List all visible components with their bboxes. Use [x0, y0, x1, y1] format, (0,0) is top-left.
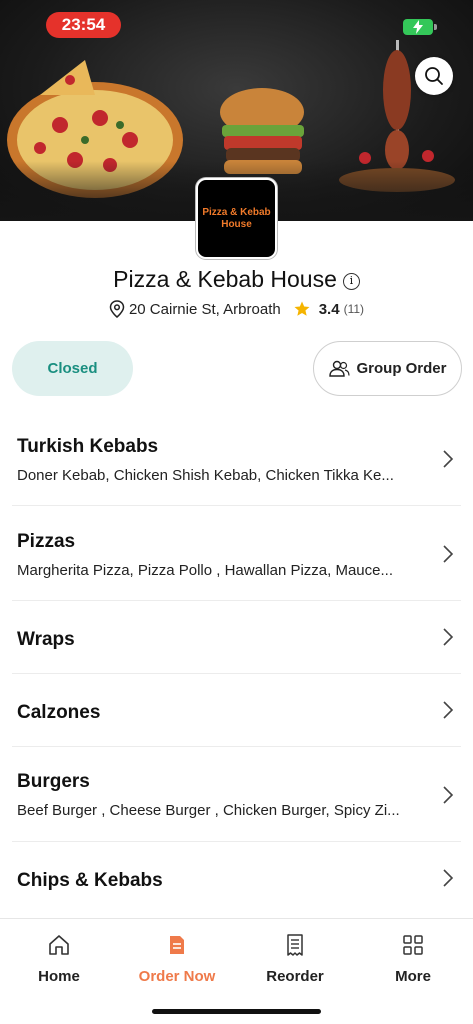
logo-text: Pizza & Kebab House: [202, 206, 271, 230]
order-icon: [170, 936, 184, 954]
restaurant-address: 20 Cairnie St, Arbroath: [128, 300, 281, 318]
category-items: Margherita Pizza, Pizza Pollo , Hawallan…: [17, 562, 393, 579]
home-indicator[interactable]: [152, 1009, 321, 1014]
location-pin-icon: [109, 300, 125, 318]
category-items: Doner Kebab, Chicken Shish Kebab, Chicke…: [17, 467, 394, 484]
category-turkish-kebabs[interactable]: Turkish Kebabs Doner Kebab, Chicken Shis…: [12, 412, 461, 506]
category-title: Turkish Kebabs: [17, 436, 159, 457]
restaurant-name: Pizza & Kebab House: [113, 266, 337, 292]
status-time: 23:54: [46, 12, 121, 38]
star-icon: [294, 301, 310, 316]
tab-label: Reorder: [266, 968, 324, 985]
tab-home[interactable]: Home: [0, 933, 118, 985]
info-icon[interactable]: i: [342, 273, 360, 290]
tab-label: Home: [38, 968, 80, 985]
search-icon: [425, 67, 443, 85]
category-wraps[interactable]: Wraps: [12, 601, 461, 674]
restaurant-logo: Pizza & Kebab House: [196, 178, 277, 259]
tab-reorder[interactable]: Reorder: [236, 933, 354, 985]
rating-count: (11): [343, 302, 365, 316]
rating-value: 3.4: [318, 300, 340, 318]
group-order-label: Group Order: [356, 360, 447, 377]
category-title: Chips & Kebabs: [17, 870, 163, 891]
category-chips-kebabs[interactable]: Chips & Kebabs: [12, 842, 461, 918]
chevron-right-icon: [443, 786, 454, 804]
chevron-right-icon: [443, 701, 454, 719]
category-title: Calzones: [17, 702, 101, 723]
group-order-button[interactable]: Group Order: [313, 341, 462, 396]
battery-icon: [403, 19, 437, 35]
tab-label: More: [395, 968, 431, 985]
tab-label: Order Now: [138, 968, 216, 985]
group-icon: [329, 360, 351, 377]
status-badge: Closed: [12, 341, 133, 396]
search-button[interactable]: [415, 57, 453, 95]
category-title: Burgers: [17, 771, 90, 792]
receipt-icon: [287, 934, 303, 956]
restaurant-title: Pizza & Kebab House i: [0, 266, 473, 293]
category-title: Pizzas: [17, 531, 76, 552]
chevron-right-icon: [443, 545, 454, 563]
tab-more[interactable]: More: [354, 933, 472, 985]
home-icon: [49, 935, 69, 955]
category-items: Beef Burger , Cheese Burger , Chicken Bu…: [17, 802, 400, 819]
restaurant-meta: 20 Cairnie St, Arbroath 3.4 (11): [0, 300, 473, 318]
category-title: Wraps: [17, 629, 75, 650]
category-calzones[interactable]: Calzones: [12, 674, 461, 747]
category-pizzas[interactable]: Pizzas Margherita Pizza, Pizza Pollo , H…: [12, 506, 461, 601]
grid-icon: [403, 935, 423, 955]
tab-order-now[interactable]: Order Now: [118, 933, 236, 985]
category-list: Turkish Kebabs Doner Kebab, Chicken Shis…: [12, 412, 461, 918]
chevron-right-icon: [443, 450, 454, 468]
category-burgers[interactable]: Burgers Beef Burger , Cheese Burger , Ch…: [12, 747, 461, 842]
chevron-right-icon: [443, 628, 454, 646]
chevron-right-icon: [443, 869, 454, 887]
